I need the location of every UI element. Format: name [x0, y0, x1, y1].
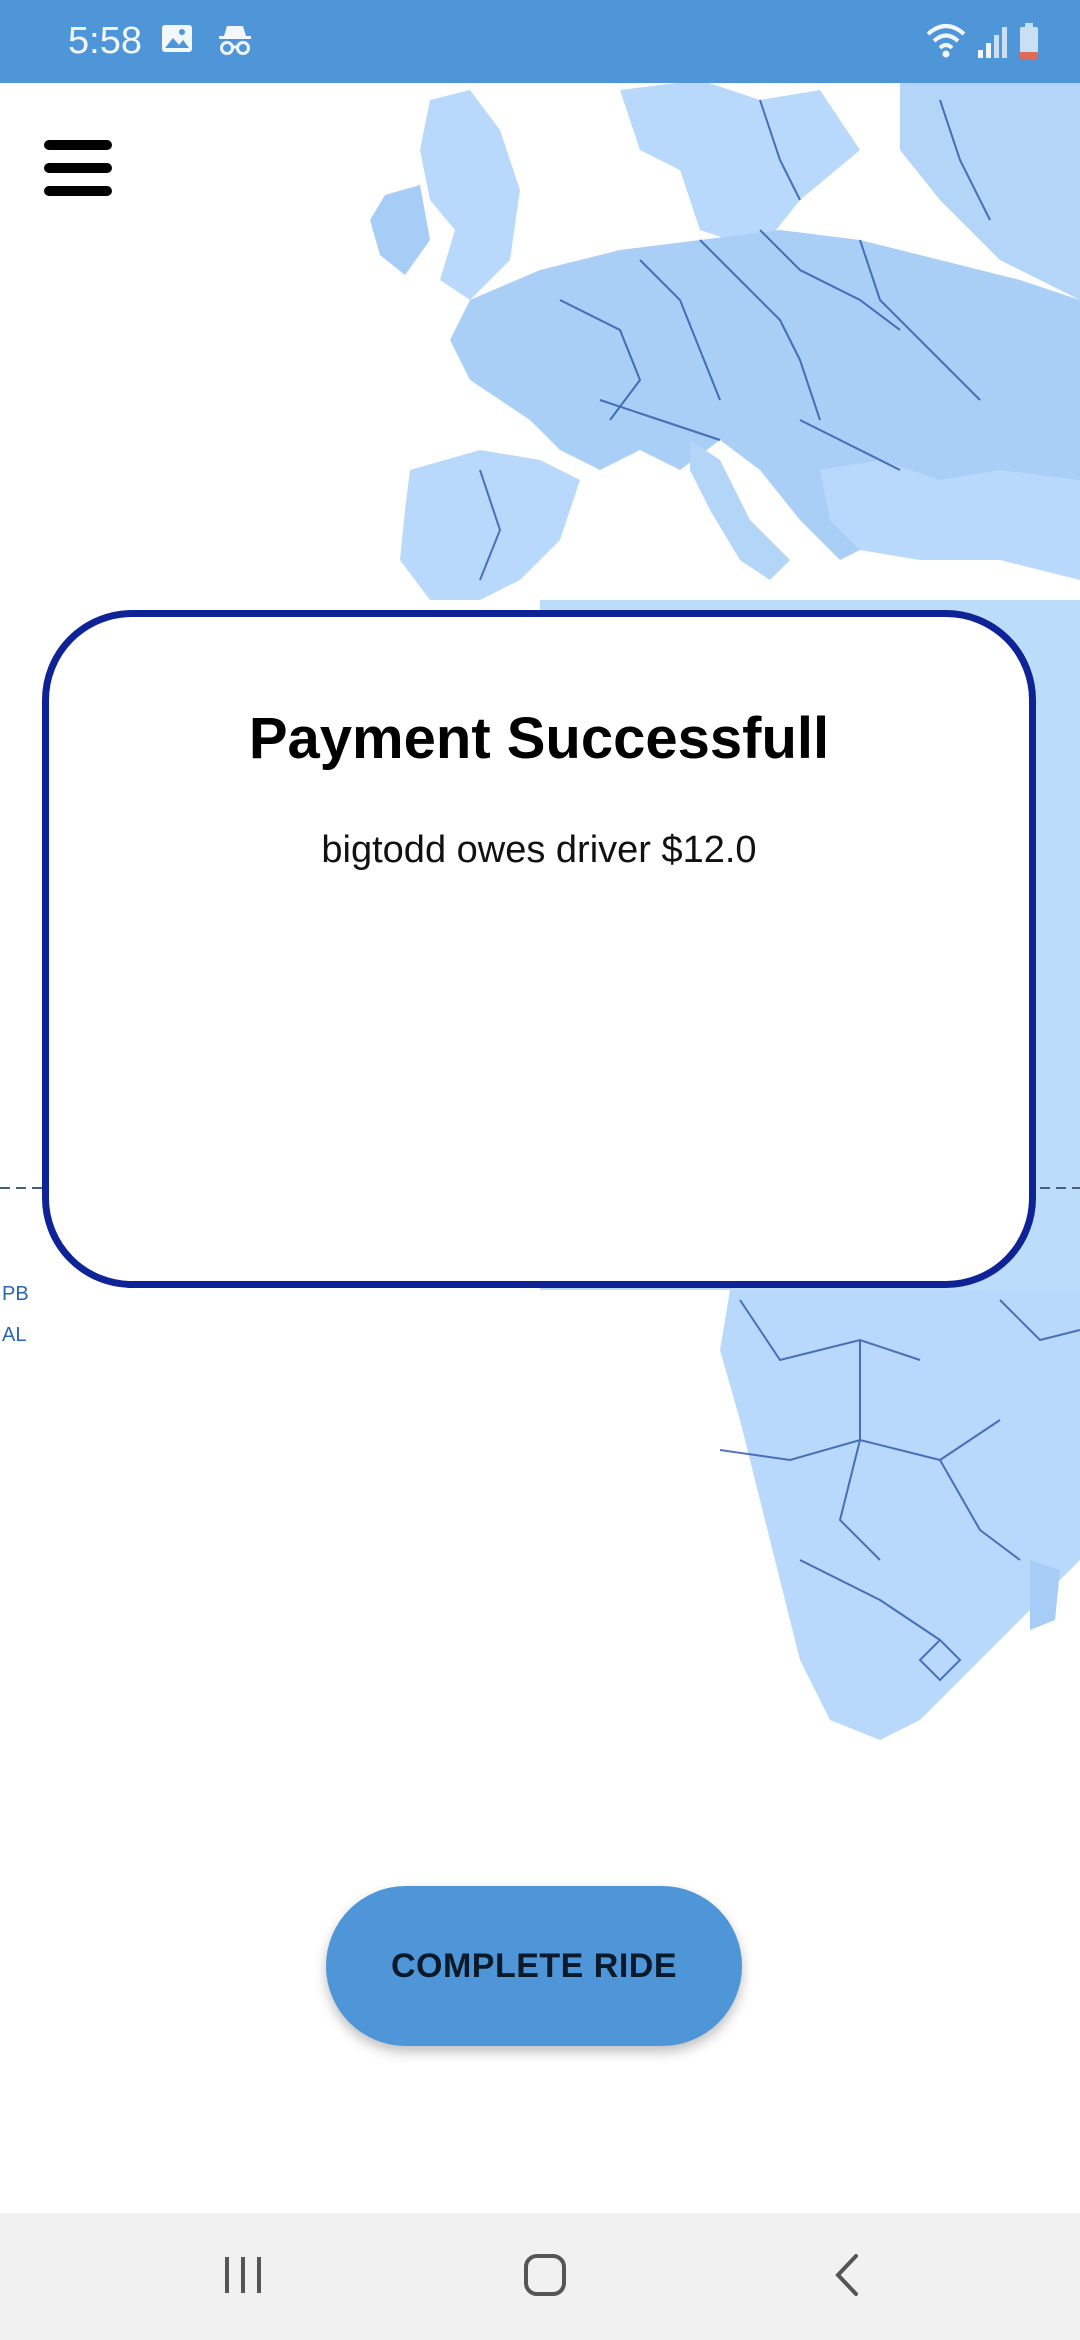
dialog-message: bigtodd owes driver $12.0	[321, 829, 757, 871]
hamburger-menu-icon[interactable]	[44, 140, 116, 196]
dialog-title: Payment Successfull	[248, 706, 830, 771]
status-bar: 5:58	[0, 0, 1080, 83]
signal-icon	[976, 24, 1010, 65]
status-right-icons	[924, 20, 1040, 65]
navigation-bar	[0, 2213, 1080, 2340]
incognito-icon	[216, 22, 254, 61]
status-time: 5:58	[68, 20, 142, 62]
battery-icon	[1018, 22, 1040, 65]
image-icon	[160, 22, 194, 61]
payment-dialog: Payment Successfull bigtodd owes driver …	[42, 610, 1036, 1288]
map-label-pb: PB	[2, 1283, 29, 1305]
map-label-al: AL	[2, 1324, 27, 1346]
home-icon[interactable]	[485, 2235, 605, 2315]
back-icon[interactable]	[787, 2235, 907, 2315]
recent-apps-icon[interactable]	[183, 2235, 303, 2315]
wifi-icon	[924, 20, 968, 65]
status-left-icons	[160, 22, 254, 61]
complete-ride-button[interactable]: COMPLETE RIDE	[326, 1886, 742, 2046]
